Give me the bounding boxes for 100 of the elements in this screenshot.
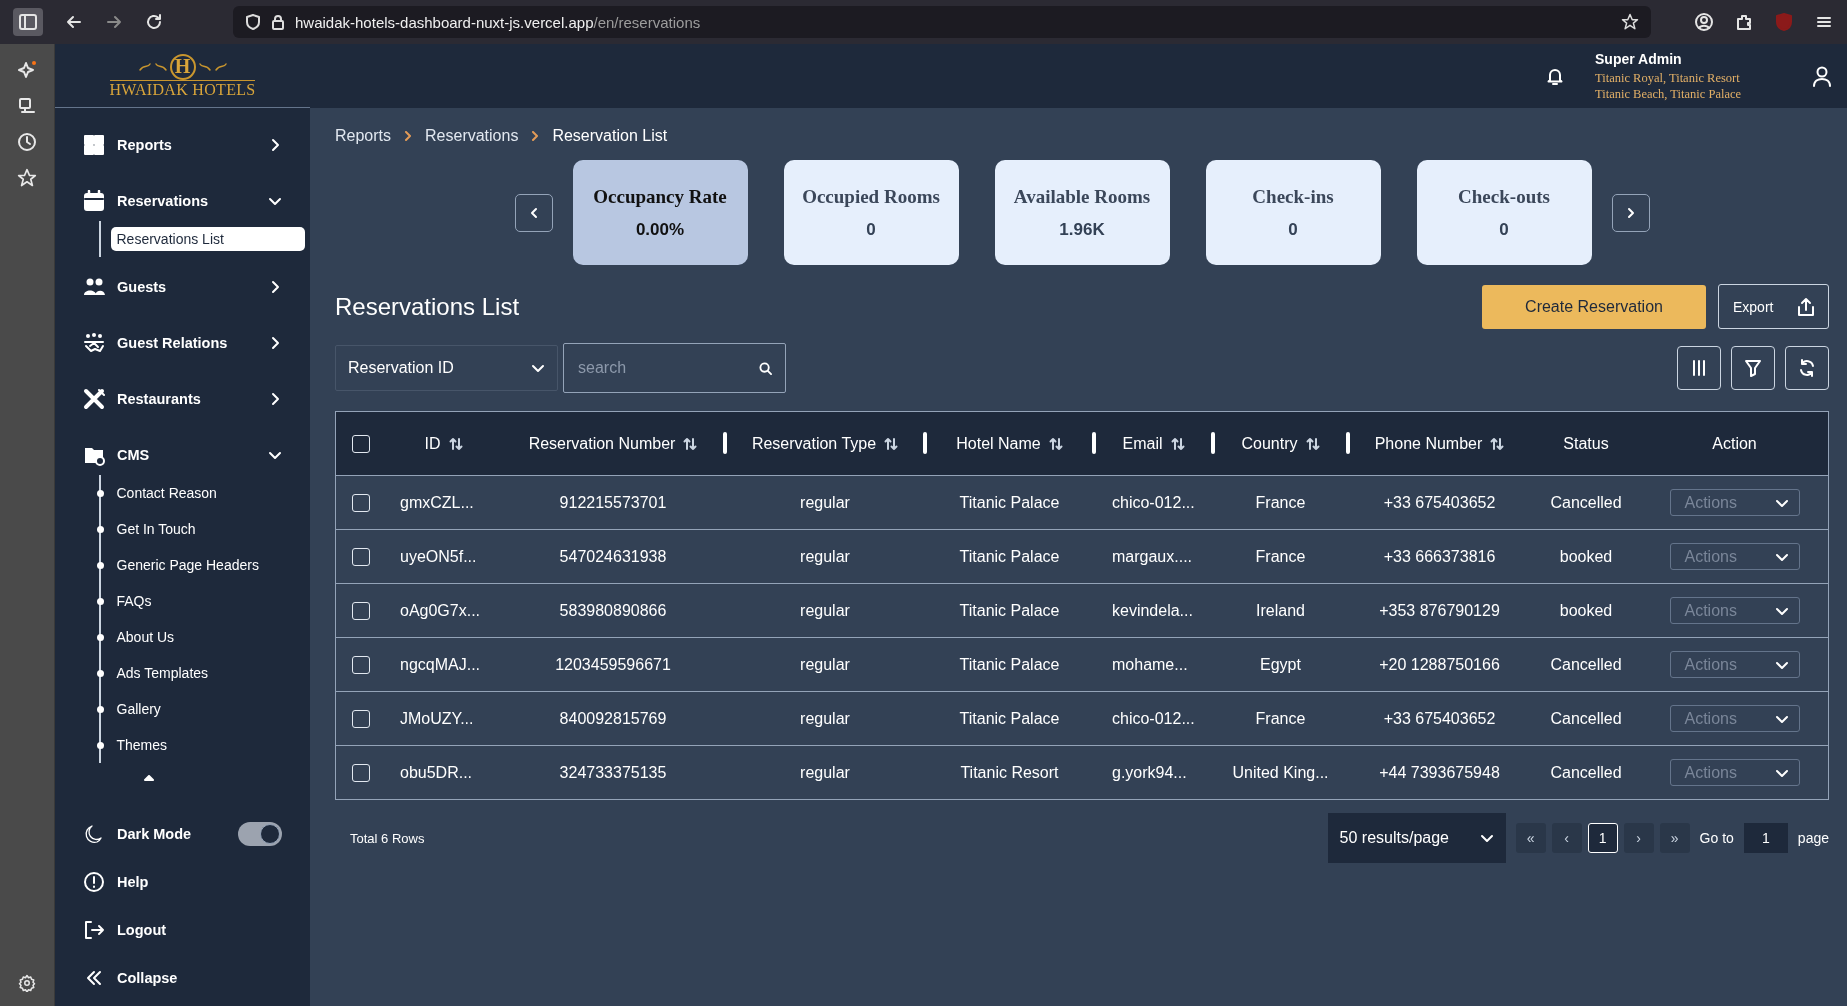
- breadcrumb-link[interactable]: Reports: [335, 127, 392, 145]
- stat-card[interactable]: Available Rooms 1.96K: [994, 160, 1170, 265]
- dark-mode-toggle[interactable]: [238, 822, 282, 846]
- sidebar-item[interactable]: Logout: [55, 906, 310, 954]
- pagination-button[interactable]: ›: [1623, 823, 1654, 853]
- column-header[interactable]: Reservation Number: [528, 434, 676, 453]
- column-header[interactable]: ID: [424, 434, 441, 453]
- address-bar[interactable]: hwaidak-hotels-dashboard-nuxt-js.vercel.app/en/reservations: [233, 6, 1651, 38]
- next-button[interactable]: [1611, 193, 1650, 232]
- column-header[interactable]: Status: [1563, 434, 1609, 453]
- table-cell: United King...: [1232, 763, 1329, 782]
- search-field[interactable]: search: [563, 343, 786, 393]
- table-cell: regular: [800, 709, 850, 728]
- page-size-dropdown[interactable]: 50 results/page: [1327, 813, 1506, 863]
- sidebar-item[interactable]: Help: [55, 858, 310, 906]
- people-icon: [83, 276, 105, 298]
- screen-icon[interactable]: [17, 96, 37, 116]
- checkbox[interactable]: [352, 763, 370, 782]
- table-cell: margaux....: [1112, 547, 1193, 566]
- checkbox[interactable]: [352, 601, 370, 620]
- sort-icon[interactable]: [884, 436, 899, 451]
- sort-icon[interactable]: [1170, 436, 1185, 451]
- scroll-up-icon[interactable]: [144, 775, 154, 781]
- export-button[interactable]: Export: [1718, 284, 1829, 329]
- sidebar-subitem[interactable]: Get In Touch: [110, 517, 206, 541]
- breadcrumb-link[interactable]: Reservations: [425, 127, 519, 145]
- sidebar-item[interactable]: Reservations: [55, 173, 310, 229]
- checkbox[interactable]: [352, 655, 370, 674]
- table-cell: chico-012...: [1112, 493, 1195, 512]
- extension-icon[interactable]: [1735, 13, 1753, 31]
- bell-icon[interactable]: [1545, 66, 1565, 86]
- sidebar-subitem[interactable]: FAQs: [110, 589, 162, 613]
- columns-button[interactable]: [1677, 346, 1721, 390]
- stat-card[interactable]: Occupancy Rate 0.00%: [572, 160, 748, 265]
- url-text: hwaidak-hotels-dashboard-nuxt-js.vercel.app/en/reservations: [295, 13, 701, 31]
- field-dropdown[interactable]: Reservation ID: [335, 345, 558, 391]
- checkbox[interactable]: [352, 493, 370, 512]
- forward-icon[interactable]: [105, 13, 123, 31]
- settings-icon[interactable]: [18, 974, 36, 992]
- column-resize-handle[interactable]: [1092, 432, 1096, 454]
- column-header[interactable]: Email: [1122, 434, 1163, 453]
- sort-icon[interactable]: [1048, 436, 1063, 451]
- column-header[interactable]: Phone Number: [1374, 434, 1483, 453]
- pagination-button[interactable]: »: [1659, 823, 1690, 853]
- calendar-icon: [83, 190, 105, 212]
- sparkle-icon[interactable]: [17, 60, 37, 80]
- filter-button[interactable]: [1731, 346, 1775, 390]
- checkbox[interactable]: [352, 434, 370, 453]
- sidebar-item[interactable]: Collapse: [55, 954, 310, 1002]
- pagination-button[interactable]: ‹: [1551, 823, 1582, 853]
- refresh-button[interactable]: [1785, 346, 1829, 390]
- column-header[interactable]: Hotel Name: [956, 434, 1041, 453]
- sidebar-item[interactable]: Restaurants: [55, 371, 310, 427]
- stat-card[interactable]: Check-outs 0: [1416, 160, 1592, 265]
- account-icon[interactable]: [1695, 13, 1713, 31]
- pagination-button[interactable]: «: [1515, 823, 1546, 853]
- share-icon: [1796, 296, 1816, 317]
- back-icon[interactable]: [65, 13, 83, 31]
- table-cell: gmxCZL...: [400, 493, 474, 512]
- stat-card[interactable]: Occupied Rooms 0: [783, 160, 959, 265]
- stat-card[interactable]: Check-ins 0: [1205, 160, 1381, 265]
- sort-icon[interactable]: [683, 436, 698, 451]
- clock-icon[interactable]: [17, 132, 37, 152]
- sidebar-item[interactable]: CMS: [55, 427, 310, 483]
- sort-icon[interactable]: [448, 436, 463, 451]
- sidebar-subitem[interactable]: Reservations List: [110, 227, 305, 251]
- checkbox[interactable]: [352, 709, 370, 728]
- table-cell: France: [1255, 493, 1306, 512]
- table-cell: chico-012...: [1112, 709, 1195, 728]
- column-resize-handle[interactable]: [1346, 432, 1350, 454]
- sort-icon[interactable]: [1305, 436, 1320, 451]
- sidebar-subitem[interactable]: Contact Reason: [110, 481, 227, 505]
- sort-icon[interactable]: [1490, 436, 1505, 451]
- page-number-button[interactable]: 1: [1587, 823, 1618, 853]
- checkbox[interactable]: [352, 547, 370, 566]
- table-cell: +20 1288750166: [1379, 655, 1500, 674]
- bullet-dot: [96, 597, 104, 605]
- sidebar-item[interactable]: Guests: [55, 259, 310, 315]
- column-header[interactable]: Country: [1241, 434, 1298, 453]
- sidebar-item[interactable]: Reports: [55, 117, 310, 173]
- star-icon[interactable]: [17, 168, 37, 188]
- user-icon[interactable]: [1811, 65, 1833, 87]
- column-resize-handle[interactable]: [923, 432, 927, 454]
- create-reservation-button[interactable]: Create Reservation: [1482, 284, 1706, 329]
- previous-button[interactable]: [514, 193, 553, 232]
- sidebar-subitem[interactable]: Ads Templates: [110, 661, 219, 685]
- column-resize-handle[interactable]: [1211, 432, 1215, 454]
- sidebar-subitem[interactable]: Themes: [110, 733, 178, 757]
- column-resize-handle[interactable]: [723, 432, 727, 454]
- column-header[interactable]: Reservation Type: [751, 434, 877, 453]
- column-header[interactable]: Action: [1712, 434, 1757, 453]
- sidebar-item[interactable]: Guest Relations: [55, 315, 310, 371]
- sidebar-subitem[interactable]: Generic Page Headers: [110, 553, 269, 577]
- search-icon: [759, 362, 772, 375]
- reload-icon[interactable]: [145, 13, 163, 31]
- goto-page-field[interactable]: 1: [1743, 823, 1788, 853]
- sidebar-subitem[interactable]: About Us: [110, 625, 185, 649]
- sidebar-subitem[interactable]: Gallery: [110, 697, 171, 721]
- bookmark-star-icon[interactable]: [1621, 13, 1639, 31]
- sidebar-toggle-icon[interactable]: [13, 8, 43, 36]
